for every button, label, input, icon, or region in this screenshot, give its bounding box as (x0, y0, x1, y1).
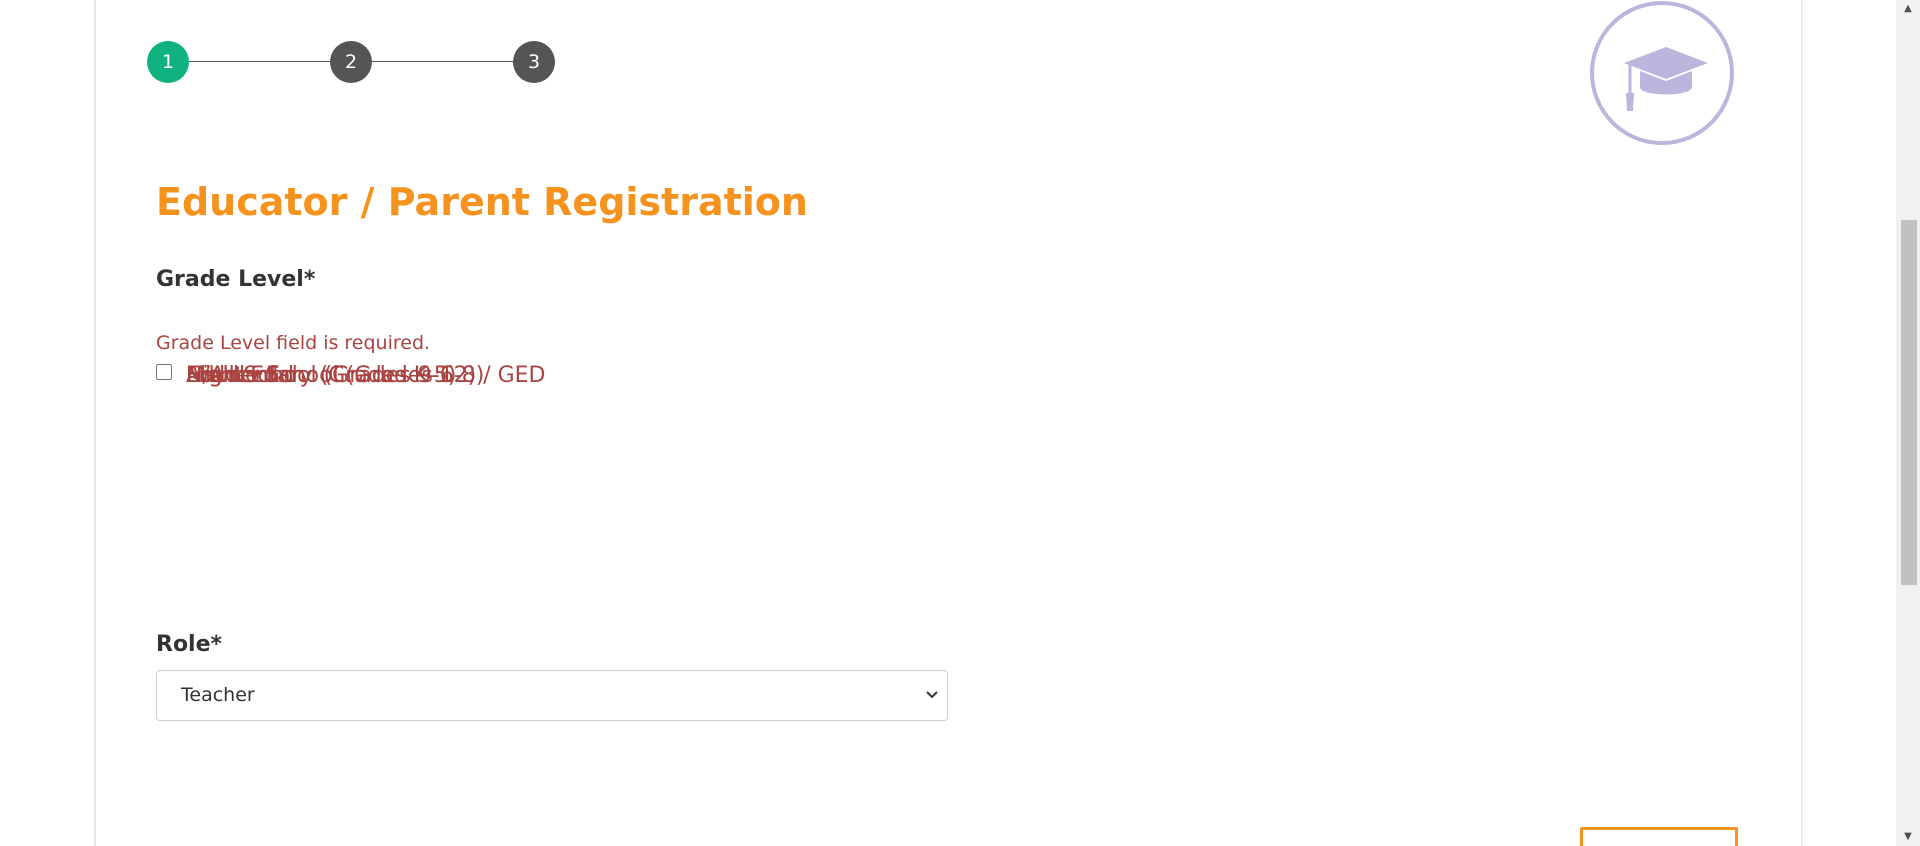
role-select[interactable]: Teacher (156, 670, 948, 721)
step-connector (189, 61, 330, 62)
chevron-down-icon (926, 691, 938, 699)
graduation-emblem (1590, 1, 1734, 145)
scroll-down-arrow-icon[interactable]: ▼ (1896, 828, 1920, 846)
vertical-scrollbar[interactable]: ▲ ▼ (1896, 0, 1920, 846)
role-select-value: Teacher (181, 684, 255, 706)
scrollbar-thumb[interactable] (1901, 220, 1917, 585)
step-3[interactable]: 3 (513, 41, 555, 83)
scroll-up-arrow-icon[interactable]: ▲ (1896, 0, 1920, 18)
page-title: Educator / Parent Registration (156, 180, 808, 224)
grade-level-error: Grade Level field is required. (156, 332, 431, 354)
grade-option-label: N/A (186, 363, 225, 388)
next-button[interactable] (1580, 827, 1738, 846)
role-label: Role* (156, 632, 223, 657)
graduation-cap-icon (1624, 47, 1708, 111)
grade-checkbox-na[interactable] (156, 364, 172, 380)
page: 1 2 3 Educator / Parent Registration Gra… (0, 0, 1920, 846)
step-1[interactable]: 1 (147, 41, 189, 83)
progress-stepper: 1 2 3 (147, 41, 557, 83)
step-2[interactable]: 2 (330, 41, 372, 83)
grade-level-label: Grade Level* (156, 267, 316, 292)
step-connector (372, 61, 513, 62)
